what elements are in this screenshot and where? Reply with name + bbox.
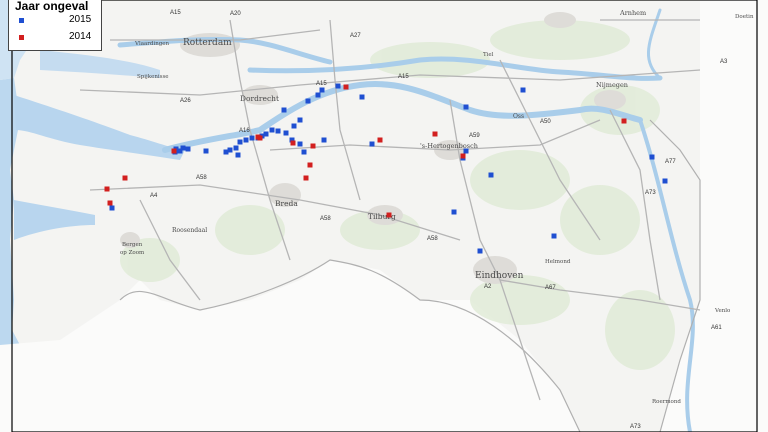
accident-marker-2015[interactable] — [281, 107, 287, 113]
accident-marker-2015[interactable] — [451, 209, 457, 215]
svg-text:A73: A73 — [645, 190, 656, 196]
accident-marker-2015[interactable] — [520, 87, 526, 93]
city-label: Rotterdam — [183, 38, 232, 48]
svg-text:A67: A67 — [545, 285, 556, 291]
svg-text:A2: A2 — [484, 284, 492, 290]
svg-text:A61: A61 — [711, 325, 722, 331]
svg-text:Tilburg: Tilburg — [368, 212, 396, 221]
accident-marker-2015[interactable] — [463, 148, 469, 154]
svg-text:Doetin: Doetin — [735, 14, 754, 20]
svg-text:A77: A77 — [665, 159, 676, 165]
svg-text:A58: A58 — [196, 175, 207, 181]
svg-text:A26: A26 — [180, 98, 191, 104]
accident-marker-2015[interactable] — [185, 146, 191, 152]
accident-marker-2015[interactable] — [237, 139, 243, 145]
accident-marker-2014[interactable] — [310, 143, 316, 149]
svg-text:A58: A58 — [320, 216, 331, 222]
svg-text:Eindhoven: Eindhoven — [475, 271, 524, 281]
accident-marker-2015[interactable] — [463, 104, 469, 110]
accident-marker-2015[interactable] — [488, 172, 494, 178]
accident-marker-2015[interactable] — [649, 154, 655, 160]
accident-marker-2015[interactable] — [359, 94, 365, 100]
red-square-icon — [19, 35, 24, 40]
accident-marker-2015[interactable] — [315, 92, 321, 98]
svg-text:Breda: Breda — [275, 199, 298, 208]
accident-marker-2015[interactable] — [249, 135, 255, 141]
accident-marker-2015[interactable] — [235, 152, 241, 158]
svg-text:A4: A4 — [150, 193, 158, 199]
svg-text:Helmond: Helmond — [545, 259, 571, 265]
accident-marker-2014[interactable] — [432, 131, 438, 137]
accident-marker-2014[interactable] — [104, 186, 110, 192]
svg-text:Arnhem: Arnhem — [619, 9, 646, 17]
legend-label-2014: 2014 — [69, 31, 92, 42]
svg-text:A15: A15 — [398, 74, 409, 80]
accident-marker-2014[interactable] — [107, 200, 113, 206]
accident-marker-2014[interactable] — [122, 175, 128, 181]
svg-text:Nijmegen: Nijmegen — [596, 81, 628, 89]
accident-marker-2015[interactable] — [203, 148, 209, 154]
svg-text:A59: A59 — [469, 133, 480, 139]
accident-marker-2014[interactable] — [343, 84, 349, 90]
svg-text:op Zoom: op Zoom — [120, 250, 145, 256]
svg-text:Tiel: Tiel — [483, 52, 494, 58]
accident-marker-2014[interactable] — [621, 118, 627, 124]
accident-marker-2015[interactable] — [319, 87, 325, 93]
accident-marker-2015[interactable] — [301, 149, 307, 155]
accident-marker-2015[interactable] — [283, 130, 289, 136]
accident-marker-2015[interactable] — [305, 98, 311, 104]
svg-text:A50: A50 — [540, 119, 551, 125]
svg-text:A15: A15 — [316, 81, 327, 87]
svg-text:Roosendaal: Roosendaal — [172, 227, 207, 234]
accident-marker-2014[interactable] — [257, 135, 263, 141]
svg-text:Spijkenisse: Spijkenisse — [137, 74, 169, 80]
accident-marker-2014[interactable] — [171, 148, 177, 154]
accident-marker-2015[interactable] — [233, 145, 239, 151]
legend-item-2014: 2014 — [9, 31, 101, 45]
accident-marker-2015[interactable] — [243, 137, 249, 143]
accident-marker-2015[interactable] — [662, 178, 668, 184]
svg-text:Venlo: Venlo — [714, 308, 731, 314]
legend-title: Jaar ongeval — [15, 0, 89, 13]
map-legend: Jaar ongeval 2015 2014 — [8, 0, 102, 51]
accident-marker-2015[interactable] — [269, 127, 275, 133]
svg-text:Bergen: Bergen — [122, 242, 143, 248]
accident-marker-2015[interactable] — [297, 117, 303, 123]
svg-text:A15: A15 — [170, 10, 181, 16]
accident-marker-2015[interactable] — [551, 233, 557, 239]
accident-marker-2015[interactable] — [297, 141, 303, 147]
accident-marker-2015[interactable] — [321, 137, 327, 143]
accident-marker-2015[interactable] — [223, 149, 229, 155]
blue-square-icon — [19, 18, 24, 23]
legend-label-2015: 2015 — [69, 14, 92, 25]
accident-marker-2014[interactable] — [290, 140, 296, 146]
accident-marker-2015[interactable] — [109, 205, 115, 211]
accident-marker-2014[interactable] — [303, 175, 309, 181]
svg-text:A27: A27 — [350, 33, 361, 39]
map-canvas[interactable]: Rotterdam Vlaardingen Spijkenisse Dordre… — [0, 0, 768, 432]
accident-marker-2014[interactable] — [386, 212, 392, 218]
accident-marker-2015[interactable] — [369, 141, 375, 147]
svg-text:A3: A3 — [720, 59, 728, 65]
legend-item-2015: 2015 — [9, 14, 101, 28]
accident-marker-2015[interactable] — [477, 248, 483, 254]
svg-text:A16: A16 — [239, 128, 250, 134]
svg-text:'s-Hertogenbosch: 's-Hertogenbosch — [420, 142, 478, 150]
accident-marker-2014[interactable] — [460, 153, 466, 159]
accident-marker-2014[interactable] — [377, 137, 383, 143]
accident-marker-2015[interactable] — [275, 128, 281, 134]
svg-text:Vlaardingen: Vlaardingen — [134, 41, 170, 47]
svg-text:Roermond: Roermond — [652, 399, 681, 405]
svg-text:A73: A73 — [630, 424, 641, 430]
svg-text:A20: A20 — [230, 11, 241, 17]
accident-marker-2014[interactable] — [307, 162, 313, 168]
svg-text:Oss: Oss — [513, 113, 524, 120]
accident-marker-2015[interactable] — [291, 123, 297, 129]
svg-text:A58: A58 — [427, 236, 438, 242]
accident-marker-2015[interactable] — [335, 83, 341, 89]
svg-text:Dordrecht: Dordrecht — [240, 94, 279, 103]
